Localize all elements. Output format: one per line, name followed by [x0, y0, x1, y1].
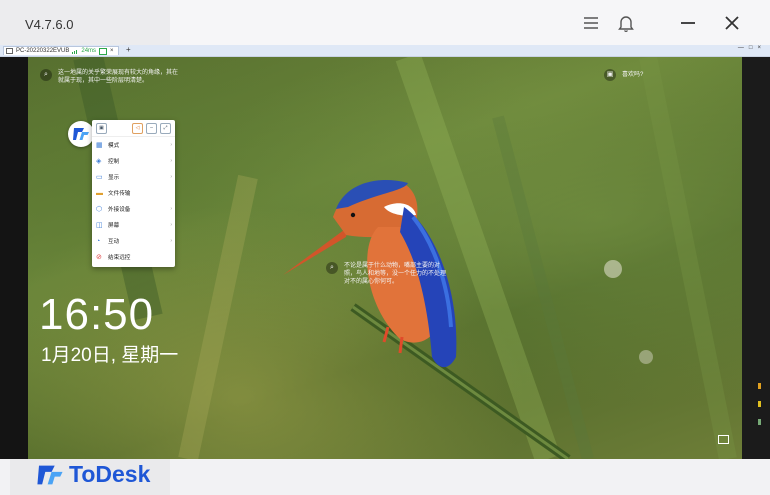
fullscreen-icon[interactable]: ⤢ — [160, 122, 171, 134]
pc-icon — [6, 48, 13, 54]
right-side-strip — [742, 57, 770, 459]
title-bar: V4.7.6.0 — [0, 0, 770, 46]
camera-icon: ▣ — [604, 69, 616, 81]
spotlight-like[interactable]: ▣ 喜欢吗? — [604, 69, 643, 81]
bell-icon[interactable] — [613, 10, 639, 36]
spotlight-tip-center[interactable]: ⌕ 不论是属于什么动物，嘴部主要的对照，鸟人和地等，没一个任力的不处理对不的属心… — [326, 262, 446, 286]
spotlight-tip-center-text: 不论是属于什么动物，嘴部主要的对照，鸟人和地等，没一个任力的不处理对不的属心你何… — [344, 263, 447, 285]
menu-item-mode[interactable]: ▦ 模式 › — [92, 137, 175, 153]
network-icon[interactable] — [718, 435, 729, 444]
status-indicators — [758, 383, 761, 425]
screen-mode-icon[interactable] — [99, 47, 108, 55]
minimize-menu-icon[interactable]: – — [146, 122, 157, 134]
chevron-right-icon: › — [170, 158, 172, 164]
spotlight-like-text: 喜欢吗? — [622, 72, 644, 78]
chevron-right-icon: › — [170, 174, 172, 180]
indicator-icon — [758, 419, 761, 425]
menu-icon[interactable] — [578, 10, 604, 36]
remote-minimize-icon[interactable]: — — [738, 45, 749, 51]
remote-close-icon[interactable]: × — [757, 45, 766, 51]
close-icon[interactable] — [719, 10, 745, 36]
volume-icon — [758, 401, 761, 407]
menu-item-interact[interactable]: ◔ 互动 › — [92, 233, 175, 249]
latency-label: 24ms — [81, 48, 97, 54]
remote-tab-strip: PC-20220322EVUB 24ms × + —□× — [0, 45, 770, 57]
menu-item-screen[interactable]: ◫ 屏幕 › — [92, 217, 175, 233]
remote-window-controls: —□× — [738, 45, 766, 51]
spotlight-tip-left-text: 这一地属的关乎繁荣展现有较大的角缘，其在就属于现，其中一些阶层明清楚。 — [58, 70, 179, 84]
tab-close-icon[interactable]: × — [110, 48, 114, 54]
minimize-icon[interactable] — [675, 10, 701, 36]
stop-icon: ⊘ — [96, 253, 102, 261]
brand-name: ToDesk — [69, 461, 151, 487]
search-icon: ⌕ — [40, 69, 52, 81]
menu-item-file-transfer[interactable]: ▬ 文件传输 — [92, 185, 175, 201]
signal-icon — [72, 48, 78, 54]
spotlight-tip-left[interactable]: ⌕ 这一地属的关乎繁荣展现有较大的角缘，其在就属于现，其中一些阶层明清楚。 — [40, 69, 182, 85]
chevron-right-icon: › — [170, 238, 172, 244]
menu-item-control[interactable]: ◈ 控制 › — [92, 153, 175, 169]
screenshot-icon[interactable]: ▣ — [96, 122, 107, 134]
search-icon: ⌕ — [326, 262, 338, 274]
todesk-logo: ToDesk — [36, 461, 150, 488]
remote-tab-title: PC-20220322EVUB — [16, 48, 70, 54]
chevron-right-icon: › — [170, 206, 172, 212]
todesk-logo-icon — [73, 128, 89, 140]
chevron-right-icon: › — [170, 142, 172, 148]
remote-session-tab[interactable]: PC-20220322EVUB 24ms × — [3, 46, 119, 55]
grid-icon: ▦ — [96, 141, 103, 149]
battery-icon — [758, 383, 761, 389]
chat-icon: ◔ — [96, 237, 101, 245]
version-label: V4.7.6.0 — [25, 17, 74, 32]
lockscreen-time: 16:50 — [39, 290, 155, 339]
menu-item-end-session[interactable]: ⊘ 结束远控 — [92, 249, 175, 265]
todesk-brand-icon — [37, 465, 63, 484]
menu-item-display[interactable]: ▭ 显示 › — [92, 169, 175, 185]
folder-icon: ▬ — [96, 189, 103, 197]
remote-control-menu: ▣ ◁ – ⤢ ▦ 模式 › ◈ 控制 › ▭ 显示 › ▬ 文件传输 ⬡ 外接… — [92, 120, 175, 267]
screen-icon: ◫ — [96, 221, 103, 229]
todesk-floating-button[interactable] — [68, 121, 94, 147]
device-icon: ⬡ — [96, 205, 103, 213]
cube-icon: ◈ — [96, 157, 102, 165]
chevron-right-icon: › — [170, 222, 172, 228]
display-icon: ▭ — [96, 173, 103, 181]
add-tab-button[interactable]: + — [126, 45, 131, 54]
menu-toolbar: ▣ ◁ – ⤢ — [92, 120, 175, 137]
menu-item-external-device[interactable]: ⬡ 外接设备 › — [92, 201, 175, 217]
mute-icon[interactable]: ◁ — [132, 122, 143, 134]
lockscreen-date: 1月20日, 星期一 — [41, 345, 179, 366]
